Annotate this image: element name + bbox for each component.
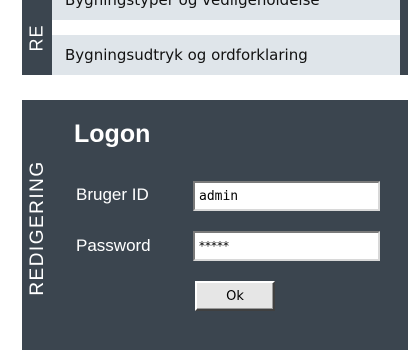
password-label: Password: [76, 236, 151, 255]
section-label-redigering: REDIGERING: [27, 160, 48, 296]
user-id-label: Bruger ID: [76, 185, 149, 204]
logon-title: Logon: [74, 120, 151, 148]
password-input[interactable]: [193, 231, 380, 261]
ok-button[interactable]: Ok: [195, 281, 275, 311]
menu-item-bygningsudtryk[interactable]: Bygningsudtryk og ordforklaring: [52, 35, 400, 75]
section-gap: [0, 75, 408, 100]
user-id-input[interactable]: [193, 181, 380, 211]
menu-item-bygningstyper[interactable]: Bygningstyper og vedligeholdelse: [52, 0, 400, 20]
menu-section-label: RE: [26, 24, 47, 52]
menu-right-edge: [400, 0, 408, 75]
menu-separator: [52, 20, 400, 35]
left-margin: [0, 100, 22, 350]
